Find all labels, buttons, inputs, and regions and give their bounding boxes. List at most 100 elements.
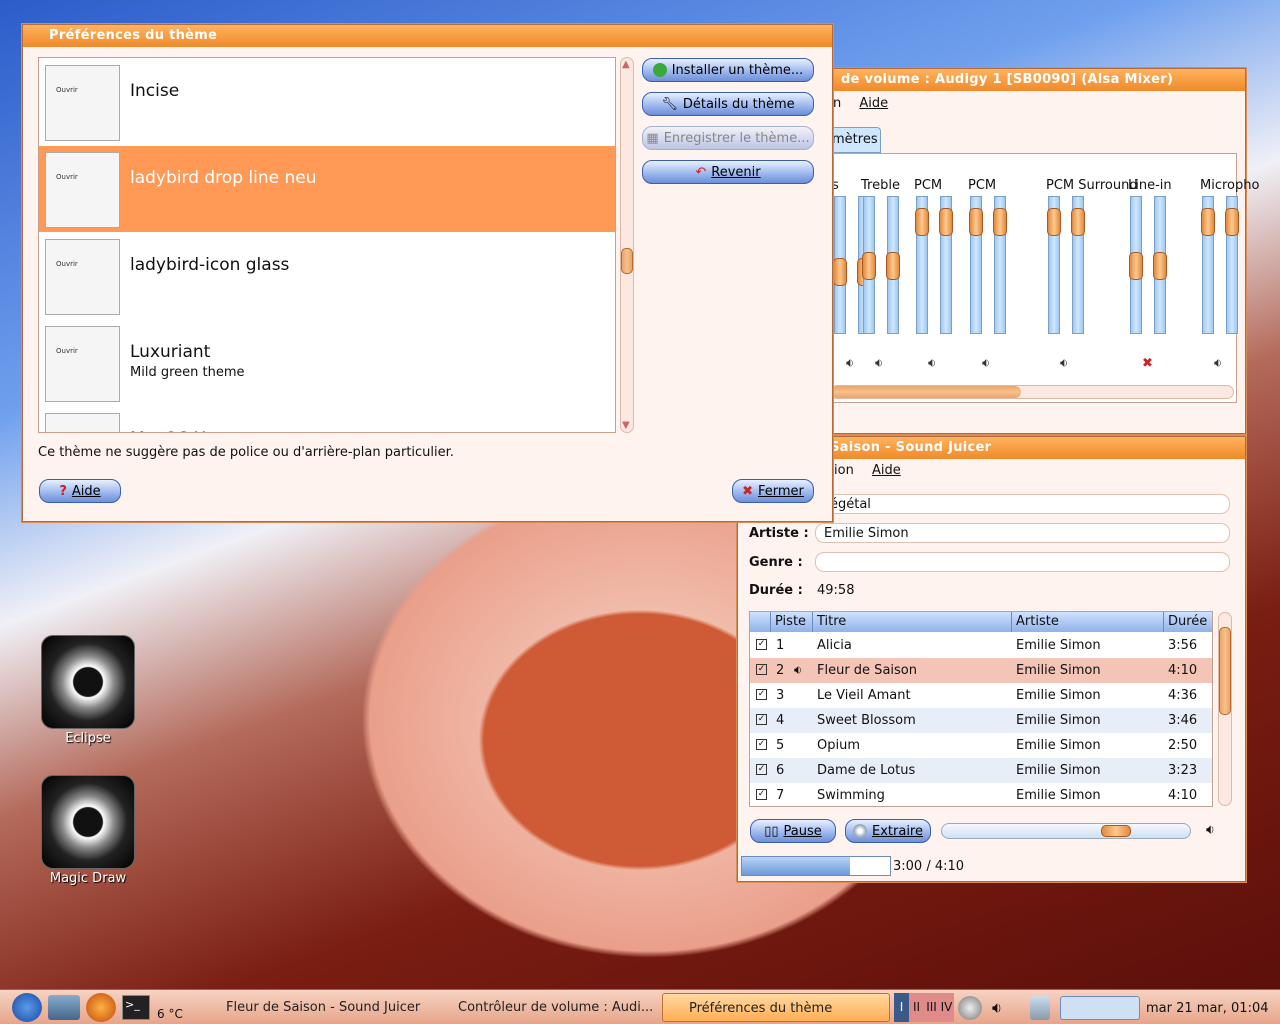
track-scroll-thumb[interactable] bbox=[1219, 627, 1231, 715]
mixer-slider-knob[interactable] bbox=[1201, 208, 1215, 236]
juicer-menu-0[interactable]: ion bbox=[834, 463, 854, 478]
task-theme-prefs[interactable]: Préférences du thème bbox=[662, 993, 890, 1022]
mixer-slider-track[interactable] bbox=[1225, 196, 1239, 334]
track-checkbox[interactable]: ✓ bbox=[756, 739, 767, 750]
album-field[interactable]: égétal bbox=[815, 494, 1230, 514]
table-row[interactable]: ✓ 6 Dame de Lotus Emilie Simon 3:23 bbox=[750, 758, 1212, 783]
scroll-down-arrow-icon[interactable]: ▼ bbox=[622, 420, 630, 431]
theme-details-button[interactable]: 🔧︎ Détails du thème bbox=[642, 92, 814, 116]
genre-field[interactable] bbox=[815, 552, 1230, 572]
mixer-slider-knob[interactable] bbox=[939, 208, 953, 236]
magic-draw-icon[interactable] bbox=[41, 775, 135, 869]
save-theme-button[interactable]: ▦ Enregistrer le thème... bbox=[642, 126, 814, 150]
speaker-icon[interactable]: 🔉︎ bbox=[875, 356, 883, 371]
col-titre[interactable]: Titre bbox=[813, 612, 1012, 632]
juicer-menu-help[interactable]: Aide bbox=[872, 463, 901, 478]
table-row[interactable]: ✓ 4 Sweet Blossom Emilie Simon 3:46 bbox=[750, 708, 1212, 733]
seek-slider[interactable] bbox=[941, 823, 1191, 839]
theme-titlebar[interactable]: Préférences du thème bbox=[23, 25, 832, 47]
track-checkbox[interactable]: ✓ bbox=[756, 714, 767, 725]
mixer-slider-knob[interactable] bbox=[1153, 252, 1167, 280]
theme-scroll-thumb[interactable] bbox=[621, 248, 633, 274]
theme-scrollbar[interactable]: ▲ ▼ bbox=[620, 57, 634, 433]
speaker-icon[interactable]: 🔉︎ bbox=[1214, 356, 1222, 371]
theme-row[interactable]: Ouvrir Incise bbox=[39, 59, 615, 145]
mixer-slider-track[interactable] bbox=[1129, 196, 1143, 334]
workspace-4[interactable]: IV bbox=[939, 993, 954, 1022]
task-sound-juicer[interactable]: Fleur de Saison - Sound Juicer bbox=[200, 993, 430, 1022]
col-piste[interactable]: Piste bbox=[771, 612, 813, 632]
mixer-slider-track[interactable] bbox=[993, 196, 1007, 334]
table-row[interactable]: ✓ 5 Opium Emilie Simon 2:50 bbox=[750, 733, 1212, 758]
mixer-slider-knob[interactable] bbox=[833, 258, 847, 286]
pause-button[interactable]: ▯▯ Pause bbox=[750, 819, 836, 843]
install-theme-button[interactable]: Installer un thème... bbox=[642, 58, 814, 82]
track-checkbox[interactable]: ✓ bbox=[756, 664, 767, 675]
speaker-icon[interactable]: 🔉︎ bbox=[928, 356, 936, 371]
theme-row[interactable]: Ouvrir MacOS X bbox=[39, 407, 615, 432]
track-checkbox[interactable]: ✓ bbox=[756, 689, 767, 700]
trash-tray-icon[interactable] bbox=[1030, 996, 1050, 1020]
col-artiste[interactable]: Artiste bbox=[1012, 612, 1164, 632]
mixer-slider-track[interactable] bbox=[833, 196, 847, 334]
mixer-tab[interactable]: mètres bbox=[827, 127, 881, 153]
track-scrollbar[interactable] bbox=[1218, 612, 1232, 806]
mixer-slider-knob[interactable] bbox=[1047, 208, 1061, 236]
mute-icon[interactable]: ✖ bbox=[1142, 356, 1153, 371]
mixer-slider-knob[interactable] bbox=[969, 208, 983, 236]
mixer-hscroll[interactable] bbox=[830, 385, 1234, 399]
mixer-slider-knob[interactable] bbox=[1129, 252, 1143, 280]
speaker-icon[interactable]: 🔉︎ bbox=[1060, 356, 1068, 371]
mixer-slider-track[interactable] bbox=[939, 196, 953, 334]
extract-button[interactable]: Extraire bbox=[845, 819, 931, 843]
workspace-1[interactable]: I bbox=[894, 993, 909, 1022]
theme-row[interactable]: Ouvrir Luxuriant Mild green theme bbox=[39, 320, 615, 406]
mixer-menu-0[interactable]: n bbox=[833, 96, 841, 111]
table-row[interactable]: ✓ 3 Le Vieil Amant Emilie Simon 4:36 bbox=[750, 683, 1212, 708]
task-volume-control[interactable]: Contrôleur de volume : Audi... bbox=[432, 993, 657, 1022]
workspace-2[interactable]: II bbox=[909, 993, 924, 1022]
seek-knob[interactable] bbox=[1101, 825, 1131, 837]
mixer-slider-knob[interactable] bbox=[1225, 208, 1239, 236]
track-checkbox[interactable]: ✓ bbox=[756, 764, 767, 775]
terminal-launcher-icon[interactable]: >_ bbox=[122, 995, 150, 1020]
firefox-launcher-icon[interactable] bbox=[86, 993, 116, 1022]
col-check[interactable] bbox=[750, 612, 771, 632]
theme-row[interactable]: Ouvrir ladybird drop line neu bbox=[39, 146, 615, 232]
help-button[interactable]: ? Aide bbox=[39, 479, 121, 503]
mixer-slider-track[interactable] bbox=[886, 196, 900, 334]
theme-row[interactable]: Ouvrir ladybird-icon glass bbox=[39, 233, 615, 319]
speaker-icon[interactable]: 🔉︎ bbox=[846, 356, 854, 371]
mixer-slider-track[interactable] bbox=[1071, 196, 1085, 334]
speaker-tray-icon[interactable] bbox=[958, 996, 982, 1020]
mixer-slider-track[interactable] bbox=[915, 196, 929, 334]
table-row[interactable]: ✓ 2 Fleur de Saison Emilie Simon 4:10 🔉︎ bbox=[750, 658, 1212, 683]
menu-launcher-icon[interactable] bbox=[12, 993, 42, 1022]
close-button[interactable]: ✖ Fermer bbox=[732, 479, 814, 503]
scroll-up-arrow-icon[interactable]: ▲ bbox=[622, 59, 630, 70]
mixer-slider-track[interactable] bbox=[1153, 196, 1167, 334]
mixer-slider-track[interactable] bbox=[1201, 196, 1215, 334]
track-checkbox[interactable]: ✓ bbox=[756, 789, 767, 800]
table-row[interactable]: ✓ 7 Swimming Emilie Simon 4:10 bbox=[750, 783, 1212, 806]
volume-tray-icon[interactable]: 🔉︎ bbox=[992, 998, 1002, 1018]
mixer-slider-knob[interactable] bbox=[886, 252, 900, 280]
mixer-hscroll-thumb[interactable] bbox=[831, 386, 1021, 398]
workspace-3[interactable]: III bbox=[924, 993, 939, 1022]
eclipse-icon[interactable] bbox=[41, 635, 135, 729]
speaker-icon[interactable]: 🔉︎ bbox=[982, 356, 990, 371]
artist-field[interactable]: Emilie Simon bbox=[815, 523, 1230, 543]
mixer-slider-knob[interactable] bbox=[915, 208, 929, 236]
track-checkbox[interactable]: ✓ bbox=[756, 639, 767, 650]
media-controls[interactable] bbox=[1060, 996, 1140, 1020]
mixer-slider-knob[interactable] bbox=[1071, 208, 1085, 236]
table-row[interactable]: ✓ 1 Alicia Emilie Simon 3:56 bbox=[750, 633, 1212, 658]
mixer-slider-knob[interactable] bbox=[862, 252, 876, 280]
mixer-slider-track[interactable] bbox=[862, 196, 876, 334]
col-duree[interactable]: Durée bbox=[1164, 612, 1212, 632]
mixer-slider-knob[interactable] bbox=[993, 208, 1007, 236]
mixer-titlebar[interactable]: de volume : Audigy 1 [SB0090] (Alsa Mixe… bbox=[771, 69, 1245, 91]
mixer-menu-help[interactable]: Aide bbox=[859, 96, 888, 111]
revert-button[interactable]: ↶ Revenir bbox=[642, 160, 814, 184]
mixer-slider-track[interactable] bbox=[1047, 196, 1061, 334]
